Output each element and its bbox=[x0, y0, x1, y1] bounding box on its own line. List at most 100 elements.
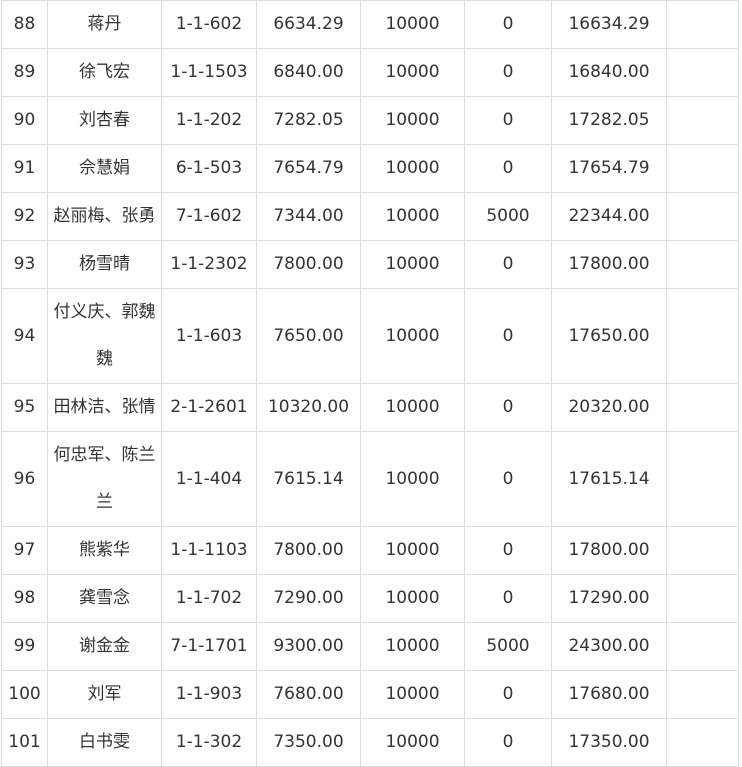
unit-cell: 7-1-602 bbox=[161, 192, 257, 241]
amount-cell: 7800.00 bbox=[256, 526, 361, 575]
table-row: 89 徐飞宏 1-1-1503 6840.00 10000 0 16840.00 bbox=[1, 48, 739, 97]
empty-cell bbox=[666, 431, 739, 527]
name-cell: 白书雯 bbox=[47, 718, 162, 767]
subsidy-cell: 10000 bbox=[360, 718, 465, 767]
empty-cell bbox=[666, 192, 739, 241]
total-cell: 17800.00 bbox=[551, 526, 667, 575]
amount-cell: 6840.00 bbox=[256, 48, 361, 97]
empty-cell bbox=[666, 574, 739, 623]
table-row: 92 赵丽梅、张勇 7-1-602 7344.00 10000 5000 223… bbox=[1, 192, 739, 241]
name-cell: 刘杏春 bbox=[47, 96, 162, 145]
extra-cell: 0 bbox=[464, 288, 552, 384]
total-cell: 17650.00 bbox=[551, 288, 667, 384]
subsidy-cell: 10000 bbox=[360, 288, 465, 384]
subsidy-cell: 10000 bbox=[360, 240, 465, 289]
name-cell: 蒋丹 bbox=[47, 0, 162, 49]
table-row: 95 田林洁、张情 2-1-2601 10320.00 10000 0 2032… bbox=[1, 383, 739, 432]
name-cell: 佘慧娟 bbox=[47, 144, 162, 193]
unit-cell: 1-1-302 bbox=[161, 718, 257, 767]
row-number-cell: 95 bbox=[1, 383, 48, 432]
total-cell: 17615.14 bbox=[551, 431, 667, 527]
row-number-cell: 100 bbox=[1, 670, 48, 719]
unit-cell: 1-1-1103 bbox=[161, 526, 257, 575]
total-cell: 16840.00 bbox=[551, 48, 667, 97]
subsidy-cell: 10000 bbox=[360, 383, 465, 432]
subsidy-cell: 10000 bbox=[360, 48, 465, 97]
amount-cell: 6634.29 bbox=[256, 0, 361, 49]
row-number-cell: 99 bbox=[1, 622, 48, 671]
extra-cell: 0 bbox=[464, 526, 552, 575]
table-row: 96 何忠军、陈兰兰 1-1-404 7615.14 10000 0 17615… bbox=[1, 431, 739, 527]
table-row: 88 蒋丹 1-1-602 6634.29 10000 0 16634.29 bbox=[1, 0, 739, 49]
empty-cell bbox=[666, 0, 739, 49]
amount-cell: 7282.05 bbox=[256, 96, 361, 145]
amount-cell: 7290.00 bbox=[256, 574, 361, 623]
empty-cell bbox=[666, 48, 739, 97]
extra-cell: 0 bbox=[464, 96, 552, 145]
row-number-cell: 98 bbox=[1, 574, 48, 623]
empty-cell bbox=[666, 383, 739, 432]
row-number-cell: 89 bbox=[1, 48, 48, 97]
subsidy-cell: 10000 bbox=[360, 96, 465, 145]
total-cell: 17290.00 bbox=[551, 574, 667, 623]
table-row: 101 白书雯 1-1-302 7350.00 10000 0 17350.00 bbox=[1, 718, 739, 767]
unit-cell: 2-1-2601 bbox=[161, 383, 257, 432]
subsidy-cell: 10000 bbox=[360, 574, 465, 623]
empty-cell bbox=[666, 622, 739, 671]
row-number-cell: 94 bbox=[1, 288, 48, 384]
table-row: 94 付义庆、郭魏魏 1-1-603 7650.00 10000 0 17650… bbox=[1, 288, 739, 384]
name-cell: 徐飞宏 bbox=[47, 48, 162, 97]
subsidy-cell: 10000 bbox=[360, 192, 465, 241]
empty-cell bbox=[666, 526, 739, 575]
row-number-cell: 96 bbox=[1, 431, 48, 527]
amount-cell: 9300.00 bbox=[256, 622, 361, 671]
name-cell: 杨雪晴 bbox=[47, 240, 162, 289]
empty-cell bbox=[666, 288, 739, 384]
row-number-cell: 97 bbox=[1, 526, 48, 575]
extra-cell: 5000 bbox=[464, 622, 552, 671]
unit-cell: 1-1-202 bbox=[161, 96, 257, 145]
table-row: 90 刘杏春 1-1-202 7282.05 10000 0 17282.05 bbox=[1, 96, 739, 145]
name-cell: 付义庆、郭魏魏 bbox=[47, 288, 162, 384]
empty-cell bbox=[666, 670, 739, 719]
subsidy-cell: 10000 bbox=[360, 431, 465, 527]
subsidy-cell: 10000 bbox=[360, 144, 465, 193]
table-row: 93 杨雪晴 1-1-2302 7800.00 10000 0 17800.00 bbox=[1, 240, 739, 289]
name-cell: 熊紫华 bbox=[47, 526, 162, 575]
empty-cell bbox=[666, 718, 739, 767]
total-cell: 17654.79 bbox=[551, 144, 667, 193]
table-row: 100 刘军 1-1-903 7680.00 10000 0 17680.00 bbox=[1, 670, 739, 719]
extra-cell: 0 bbox=[464, 431, 552, 527]
unit-cell: 1-1-903 bbox=[161, 670, 257, 719]
total-cell: 16634.29 bbox=[551, 0, 667, 49]
empty-cell bbox=[666, 144, 739, 193]
total-cell: 17680.00 bbox=[551, 670, 667, 719]
name-cell: 刘军 bbox=[47, 670, 162, 719]
amount-cell: 7800.00 bbox=[256, 240, 361, 289]
empty-cell bbox=[666, 240, 739, 289]
subsidy-cell: 10000 bbox=[360, 526, 465, 575]
row-number-cell: 101 bbox=[1, 718, 48, 767]
amount-cell: 7615.14 bbox=[256, 431, 361, 527]
extra-cell: 0 bbox=[464, 240, 552, 289]
subsidy-cell: 10000 bbox=[360, 670, 465, 719]
row-number-cell: 93 bbox=[1, 240, 48, 289]
table-row: 99 谢金金 7-1-1701 9300.00 10000 5000 24300… bbox=[1, 622, 739, 671]
unit-cell: 1-1-2302 bbox=[161, 240, 257, 289]
total-cell: 24300.00 bbox=[551, 622, 667, 671]
unit-cell: 1-1-404 bbox=[161, 431, 257, 527]
unit-cell: 6-1-503 bbox=[161, 144, 257, 193]
subsidy-cell: 10000 bbox=[360, 0, 465, 49]
amount-cell: 7344.00 bbox=[256, 192, 361, 241]
total-cell: 17350.00 bbox=[551, 718, 667, 767]
extra-cell: 0 bbox=[464, 48, 552, 97]
table-row: 91 佘慧娟 6-1-503 7654.79 10000 0 17654.79 bbox=[1, 144, 739, 193]
unit-cell: 1-1-702 bbox=[161, 574, 257, 623]
unit-cell: 1-1-603 bbox=[161, 288, 257, 384]
row-number-cell: 90 bbox=[1, 96, 48, 145]
subsidy-cell: 10000 bbox=[360, 622, 465, 671]
row-number-cell: 91 bbox=[1, 144, 48, 193]
amount-cell: 10320.00 bbox=[256, 383, 361, 432]
extra-cell: 0 bbox=[464, 718, 552, 767]
total-cell: 17282.05 bbox=[551, 96, 667, 145]
